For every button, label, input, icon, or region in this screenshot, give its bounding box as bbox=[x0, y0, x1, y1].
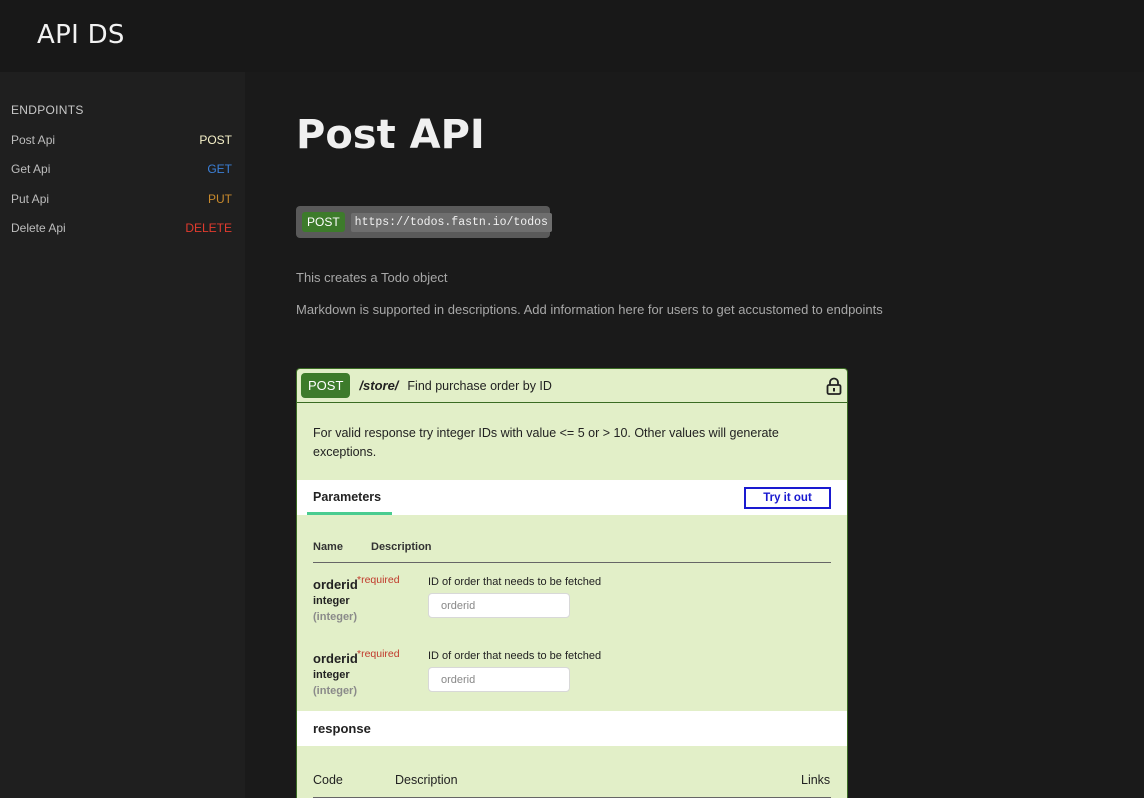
method-badge-delete: DELETE bbox=[185, 221, 232, 235]
lock-icon[interactable] bbox=[826, 377, 842, 395]
sidebar-item-delete-api[interactable]: Delete Api DELETE bbox=[11, 218, 232, 238]
active-tab-indicator bbox=[307, 512, 392, 515]
sidebar-item-label: Post Api bbox=[11, 133, 56, 147]
sidebar-item-label: Get Api bbox=[11, 162, 51, 176]
main-content: Post API POST https://todos.fastn.io/tod… bbox=[245, 72, 1144, 798]
response-bar: response bbox=[297, 711, 847, 746]
column-header-description: Description bbox=[371, 541, 432, 553]
orderid-input[interactable] bbox=[428, 667, 570, 692]
sidebar-item-label: Delete Api bbox=[11, 221, 66, 235]
required-marker: *required bbox=[357, 574, 400, 586]
operation-header[interactable]: POST /store/ Find purchase order by ID bbox=[297, 369, 847, 403]
method-badge-post: POST bbox=[199, 133, 232, 147]
operation-summary: Find purchase order by ID bbox=[407, 378, 552, 393]
parameter-row: orderid *required integer (integer) ID o… bbox=[313, 648, 833, 712]
parameter-row: orderid *required integer (integer) ID o… bbox=[313, 574, 833, 638]
parameter-type: integer bbox=[313, 669, 350, 681]
parameter-description: ID of order that needs to be fetched bbox=[428, 576, 602, 588]
sidebar: ENDPOINTS Post Api POST Get Api GET Put … bbox=[0, 72, 245, 798]
parameter-format: (integer) bbox=[313, 685, 357, 697]
tab-parameters[interactable]: Parameters bbox=[313, 490, 381, 504]
orderid-input[interactable] bbox=[428, 593, 570, 618]
description-text: Markdown is supported in descriptions. A… bbox=[296, 302, 883, 317]
sidebar-item-post-api[interactable]: Post Api POST bbox=[11, 130, 232, 150]
method-badge-put: PUT bbox=[208, 192, 232, 206]
page-title: Post API bbox=[296, 112, 485, 158]
column-header-name: Name bbox=[313, 541, 343, 553]
endpoint-url-pill: POST https://todos.fastn.io/todos bbox=[296, 206, 552, 238]
operation-description: For valid response try integer IDs with … bbox=[313, 426, 779, 459]
endpoint-method-badge: POST bbox=[302, 212, 345, 232]
response-column-links: Links bbox=[801, 773, 831, 787]
response-column-code: Code bbox=[313, 773, 343, 787]
top-bar: API DS bbox=[0, 0, 1144, 72]
app-title[interactable]: API DS bbox=[37, 20, 125, 50]
sidebar-item-put-api[interactable]: Put Api PUT bbox=[11, 189, 232, 209]
parameter-name: orderid bbox=[313, 577, 358, 592]
response-column-description: Description bbox=[395, 773, 458, 787]
description-text: This creates a Todo object bbox=[296, 270, 448, 285]
parameter-format: (integer) bbox=[313, 611, 357, 623]
response-title: response bbox=[313, 721, 371, 736]
parameter-description: ID of order that needs to be fetched bbox=[428, 650, 602, 662]
required-marker: *required bbox=[357, 648, 400, 660]
operation-block: POST /store/ Find purchase order by ID F… bbox=[296, 368, 848, 798]
parameters-bar: Parameters Try it out bbox=[297, 480, 847, 515]
try-it-out-button[interactable]: Try it out bbox=[744, 487, 831, 509]
operation-method-badge: POST bbox=[301, 373, 351, 398]
method-badge-get: GET bbox=[207, 162, 232, 176]
parameter-type: integer bbox=[313, 595, 350, 607]
operation-path: /store/ bbox=[359, 378, 399, 393]
sidebar-item-label: Put Api bbox=[11, 192, 50, 206]
sidebar-item-get-api[interactable]: Get Api GET bbox=[11, 159, 232, 179]
parameter-name: orderid bbox=[313, 651, 358, 666]
divider bbox=[313, 562, 831, 563]
endpoint-url: https://todos.fastn.io/todos bbox=[350, 212, 552, 232]
sidebar-heading: ENDPOINTS bbox=[11, 103, 84, 117]
